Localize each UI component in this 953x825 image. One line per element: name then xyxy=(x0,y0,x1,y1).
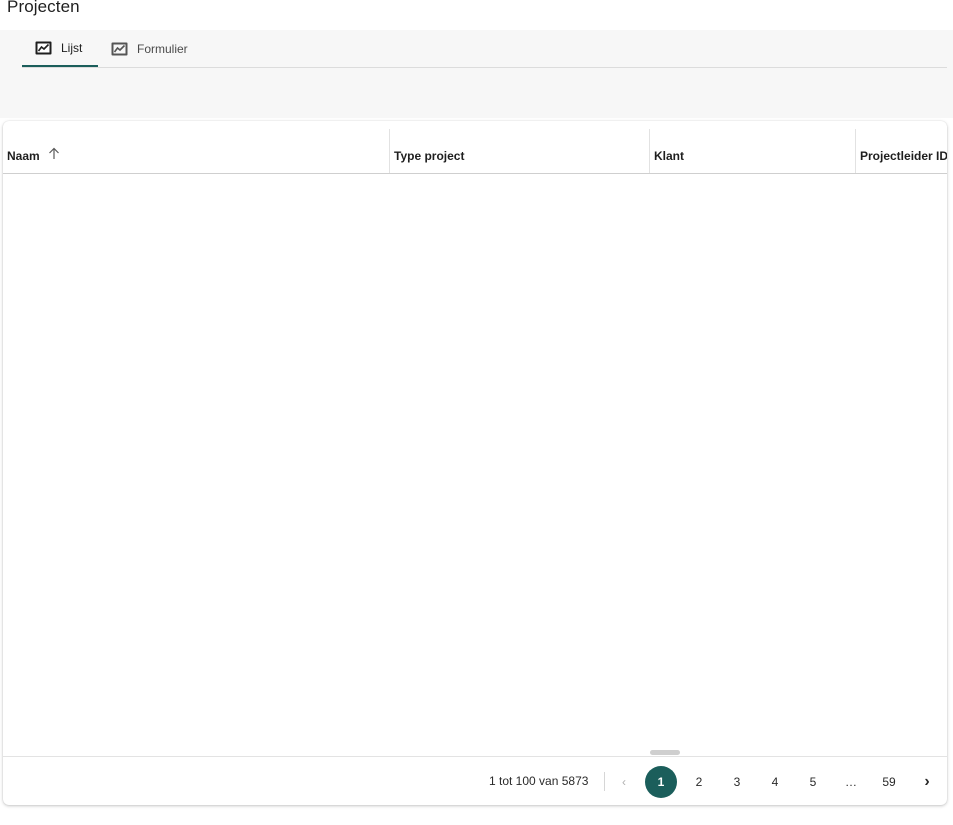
view-tabs: Lijst Formulier xyxy=(22,30,947,68)
column-header-label: Type project xyxy=(394,149,465,163)
tab-lijst[interactable]: Lijst xyxy=(22,30,98,67)
page-button-3[interactable]: 3 xyxy=(721,766,753,798)
page-number: 4 xyxy=(771,775,779,789)
pagination-range-text: 1 tot 100 van 5873 xyxy=(489,774,589,788)
page-title: Projecten xyxy=(7,0,80,16)
chart-icon xyxy=(111,42,128,56)
tab-formulier-label: Formulier xyxy=(137,41,188,56)
column-header-label: Klant xyxy=(654,149,684,163)
page-button-4[interactable]: 4 xyxy=(759,766,791,798)
page-button-2[interactable]: 2 xyxy=(683,766,715,798)
sort-ascending-icon[interactable] xyxy=(48,147,60,163)
pagination-footer: 1 tot 100 van 5873 ‹ 1 2 3 4 5 … 59 › xyxy=(3,756,947,805)
column-header-projectleider-id[interactable]: Projectleider ID xyxy=(860,121,947,173)
page-number: 2 xyxy=(695,775,703,789)
pagination-divider xyxy=(604,772,605,791)
column-header-label: Projectleider ID xyxy=(860,149,947,163)
chevron-left-icon: ‹ xyxy=(622,775,626,789)
tab-formulier[interactable]: Formulier xyxy=(98,30,201,67)
chart-icon xyxy=(35,41,52,55)
ellipsis-text: … xyxy=(845,775,857,789)
next-page-button[interactable]: › xyxy=(911,766,943,798)
page-number: 59 xyxy=(882,775,896,789)
horizontal-scrollbar[interactable] xyxy=(650,750,680,755)
column-header-label: Naam xyxy=(7,149,40,163)
previous-page-button[interactable]: ‹ xyxy=(608,766,640,798)
column-header-type-project[interactable]: Type project xyxy=(394,121,644,173)
page-button-59[interactable]: 59 xyxy=(873,766,905,798)
tab-lijst-label: Lijst xyxy=(61,40,83,55)
column-separator[interactable] xyxy=(649,129,650,173)
data-grid: Naam Type project Klant Projectleider ID… xyxy=(3,121,947,805)
grid-header-row: Naam Type project Klant Projectleider ID xyxy=(3,121,947,174)
page-ellipsis: … xyxy=(835,766,867,798)
page-button-1[interactable]: 1 xyxy=(645,766,677,798)
page-number: 3 xyxy=(733,775,741,789)
page-button-5[interactable]: 5 xyxy=(797,766,829,798)
chevron-right-icon: › xyxy=(924,773,930,790)
column-separator[interactable] xyxy=(855,129,856,173)
page-number: 5 xyxy=(809,775,817,789)
grid-body[interactable] xyxy=(3,174,947,756)
column-separator[interactable] xyxy=(389,129,390,173)
page-number: 1 xyxy=(657,775,665,789)
column-header-naam[interactable]: Naam xyxy=(7,121,387,173)
column-header-klant[interactable]: Klant xyxy=(654,121,854,173)
